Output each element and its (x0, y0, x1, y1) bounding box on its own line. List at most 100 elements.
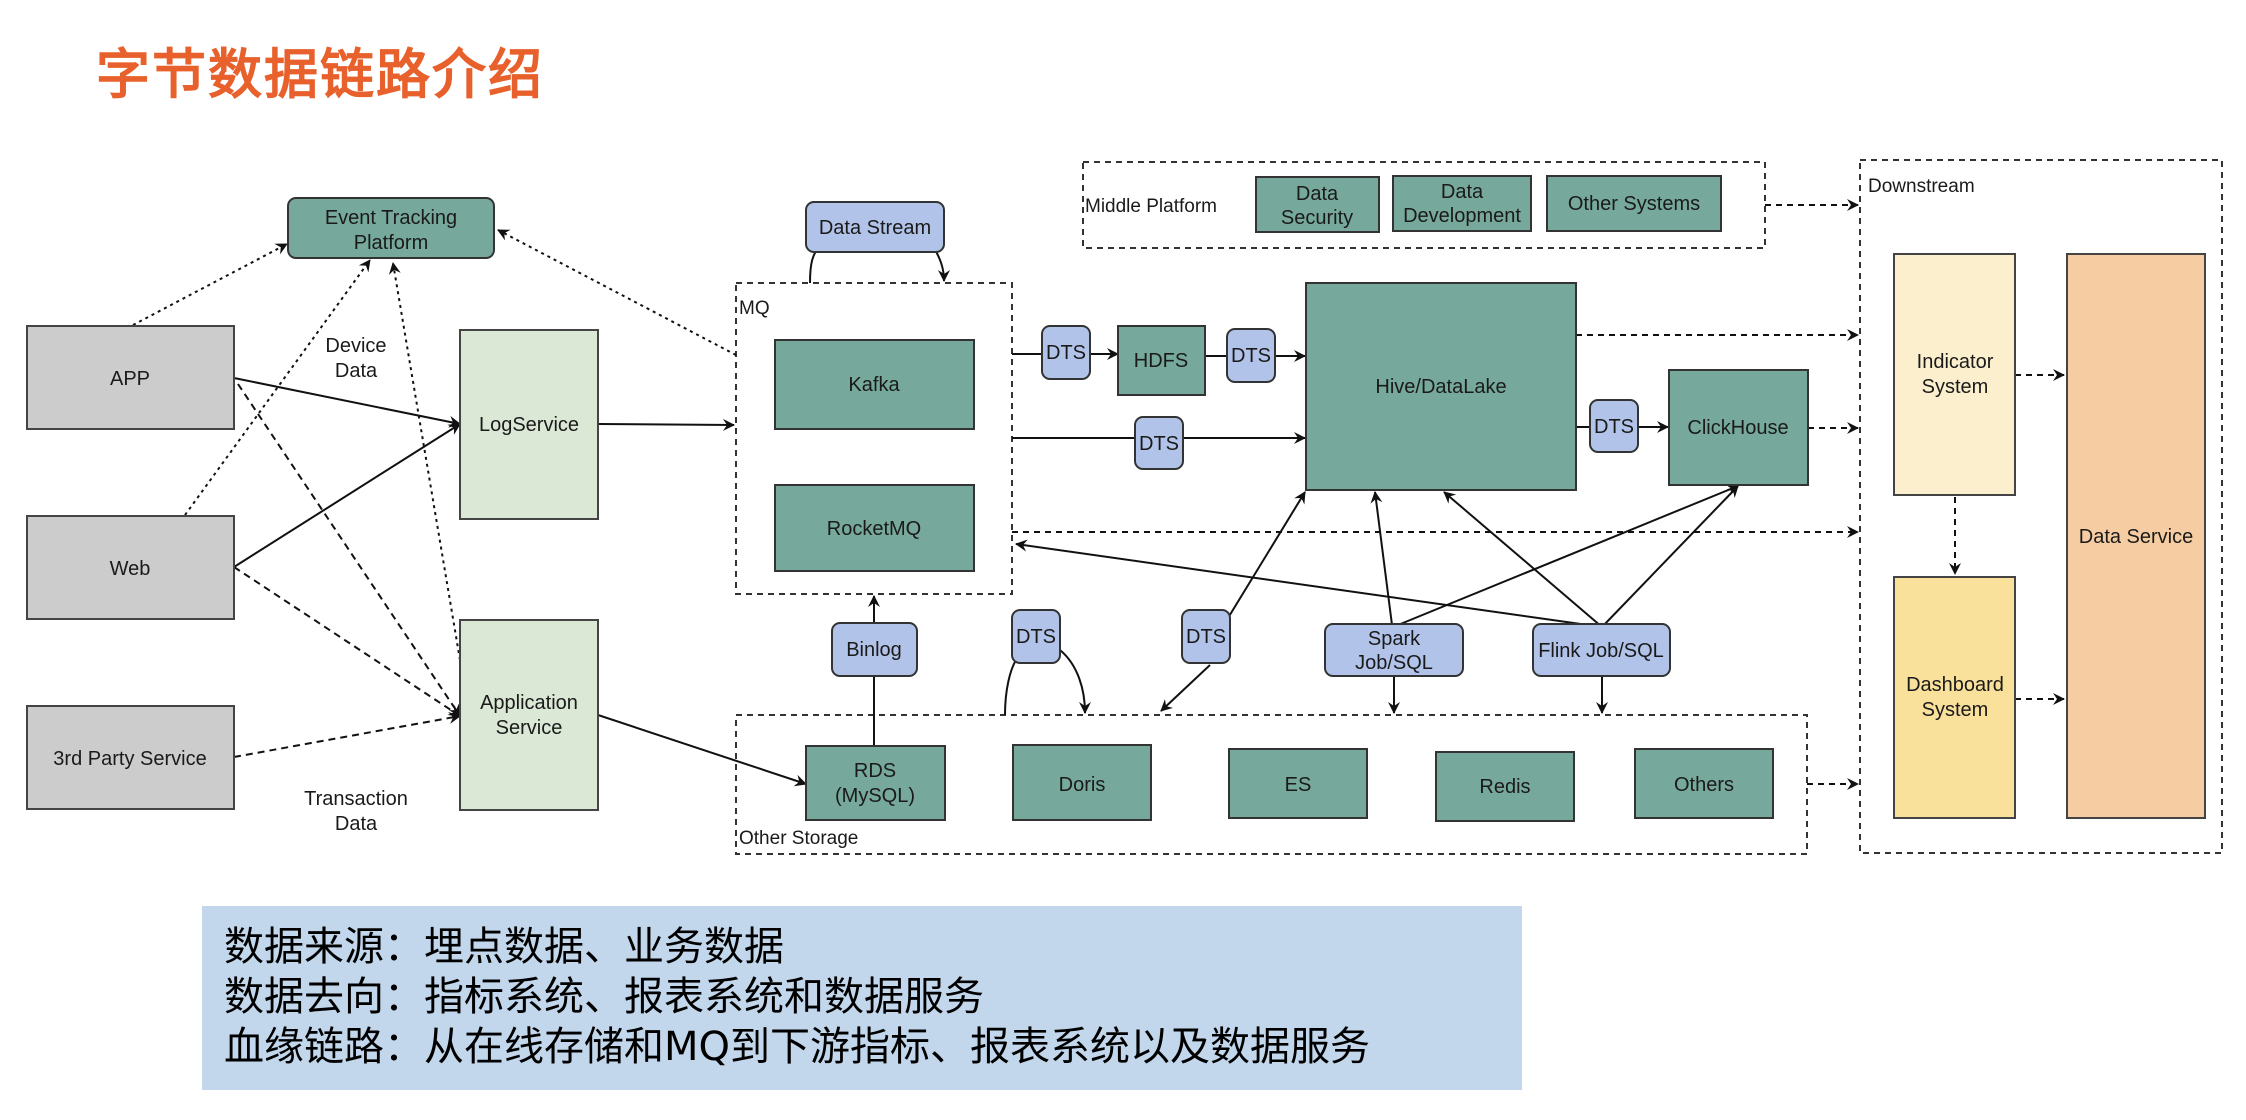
transaction-data-annotation-1: Transaction (304, 788, 408, 810)
node-redis-label: Redis (1479, 776, 1530, 798)
dashboard-label-2: System (1922, 699, 1989, 721)
edge-dts6-to-storage (1160, 664, 1211, 712)
node-redis[interactable]: Redis (1435, 751, 1575, 822)
rds-label-2: (MySQL) (835, 785, 915, 807)
node-data-stream[interactable]: Data Stream (805, 201, 945, 253)
device-data-annotation-1: Device (325, 335, 386, 357)
node-appservice-label-1: Application (480, 692, 578, 714)
edge-spark-to-clickhouse (1397, 484, 1739, 626)
node-app[interactable]: APP (26, 325, 235, 430)
dashboard-label-1: Dashboard (1906, 674, 2004, 696)
node-hive-label: Hive/DataLake (1375, 376, 1506, 398)
dts-label: DTS (1139, 433, 1179, 455)
other-systems-label: Other Systems (1568, 193, 1700, 215)
node-logservice-label: LogService (479, 414, 579, 436)
data-development-label-1: Data (1441, 181, 1484, 203)
summary-data-source: 数据来源：埋点数据、业务数据 (224, 924, 784, 970)
event-tracking-label-1: Event Tracking (325, 207, 457, 229)
node-dashboard-system[interactable]: Dashboard System (1893, 576, 2016, 819)
node-indicator-system[interactable]: Indicator System (1893, 253, 2016, 496)
node-others[interactable]: Others (1634, 748, 1774, 819)
flink-label: Flink Job/SQL (1538, 640, 1664, 662)
node-appservice-label-2: Service (496, 717, 563, 739)
node-es[interactable]: ES (1228, 748, 1368, 819)
dts-label: DTS (1186, 626, 1226, 648)
edge-flink-to-hive (1443, 491, 1603, 628)
node-rds-mysql[interactable]: RDS (MySQL) (805, 745, 946, 821)
node-doris[interactable]: Doris (1012, 744, 1152, 821)
node-logservice[interactable]: LogService (459, 329, 599, 520)
node-hive-datalake[interactable]: Hive/DataLake (1305, 282, 1577, 491)
node-dts-hive-clickhouse[interactable]: DTS (1589, 399, 1639, 453)
middle-platform-label: Middle Platform (1085, 196, 1217, 217)
node-other-systems[interactable]: Other Systems (1546, 175, 1722, 232)
edge-dts6-to-hive (1227, 491, 1306, 619)
node-third-party-label: 3rd Party Service (53, 748, 206, 770)
summary-lineage: 血缘链路：从在线存储和MQ到下游指标、报表系统以及数据服务 (224, 1024, 1370, 1070)
node-clickhouse-label: ClickHouse (1687, 417, 1788, 439)
node-third-party-service[interactable]: 3rd Party Service (26, 705, 235, 810)
edge-appservice-to-rds (597, 714, 807, 787)
mq-group-label: MQ (739, 298, 770, 319)
node-kafka-label: Kafka (848, 374, 900, 396)
node-doris-label: Doris (1059, 774, 1106, 796)
node-rocketmq-label: RocketMQ (827, 518, 921, 540)
node-clickhouse[interactable]: ClickHouse (1668, 369, 1809, 486)
node-es-label: ES (1285, 774, 1312, 796)
dts-label: DTS (1016, 626, 1056, 648)
edge-storage-to-dts5 (1004, 659, 1017, 716)
dts-label: DTS (1594, 416, 1634, 438)
transaction-data-annotation-2: Data (335, 813, 378, 835)
edge-spark-to-hive (1370, 491, 1393, 626)
node-data-service[interactable]: Data Service (2066, 253, 2206, 819)
summary-data-destination: 数据去向：指标系统、报表系统和数据服务 (224, 974, 984, 1020)
dts-label: DTS (1231, 345, 1271, 367)
node-app-label: APP (110, 368, 150, 390)
node-kafka[interactable]: Kafka (774, 339, 975, 430)
node-dts-doris[interactable]: DTS (1011, 609, 1061, 664)
node-dts-storage-hive[interactable]: DTS (1181, 609, 1231, 664)
node-dts-hdfs-hive[interactable]: DTS (1226, 328, 1276, 383)
device-data-annotation-2: Data (335, 360, 378, 382)
event-tracking-label-2: Platform (354, 232, 428, 254)
spark-label-1: Spark (1368, 628, 1421, 650)
indicator-label-1: Indicator (1917, 351, 1994, 373)
spark-label-2: Job/SQL (1355, 652, 1433, 674)
edge-dts5-to-storage (1059, 649, 1091, 714)
data-security-label-1: Data (1296, 183, 1339, 205)
node-dts-mq-hive[interactable]: DTS (1134, 416, 1184, 470)
data-development-label-2: Development (1403, 205, 1521, 227)
node-application-service[interactable]: Application Service (459, 619, 599, 811)
edge-app-to-appservice (237, 383, 461, 717)
edge-mq-to-data-stream (809, 247, 819, 284)
node-rocketmq[interactable]: RocketMQ (774, 484, 975, 572)
node-flink-job[interactable]: Flink Job/SQL (1532, 623, 1671, 677)
dts-label: DTS (1046, 342, 1086, 364)
indicator-label-2: System (1922, 376, 1989, 398)
data-security-label-2: Security (1281, 207, 1353, 229)
node-hdfs-label: HDFS (1134, 350, 1188, 372)
node-data-stream-label: Data Stream (819, 217, 931, 239)
edge-web-to-appservice (233, 566, 461, 717)
node-web-label: Web (110, 558, 151, 580)
node-binlog-label: Binlog (846, 639, 902, 661)
edge-logservice-to-mq (597, 418, 735, 431)
data-service-label: Data Service (2079, 526, 2194, 548)
node-others-label: Others (1674, 774, 1734, 796)
rds-label-1: RDS (854, 760, 896, 782)
edge-flink-to-mq (1015, 539, 1603, 628)
node-hdfs[interactable]: HDFS (1117, 325, 1206, 396)
node-dts-mq-hdfs[interactable]: DTS (1041, 325, 1091, 380)
edge-appservice-to-event-tracking (388, 262, 461, 661)
data-pipeline-diagram: Middle Platform MQ Other Storage Downstr… (26, 159, 2223, 855)
node-binlog[interactable]: Binlog (831, 622, 918, 677)
node-spark-job[interactable]: Spark Job/SQL (1324, 623, 1464, 677)
node-data-development[interactable]: Data Development (1392, 175, 1532, 232)
summary-box: 数据来源：埋点数据、业务数据 数据去向：指标系统、报表系统和数据服务 血缘链路：… (202, 906, 1522, 1090)
other-storage-label: Other Storage (739, 828, 858, 849)
node-web[interactable]: Web (26, 515, 235, 620)
edge-thirdparty-to-appservice (233, 712, 461, 758)
edge-app-to-event-tracking (132, 243, 288, 326)
node-event-tracking-platform[interactable]: Event Tracking Platform (287, 197, 495, 259)
node-data-security[interactable]: Data Security (1255, 176, 1380, 233)
